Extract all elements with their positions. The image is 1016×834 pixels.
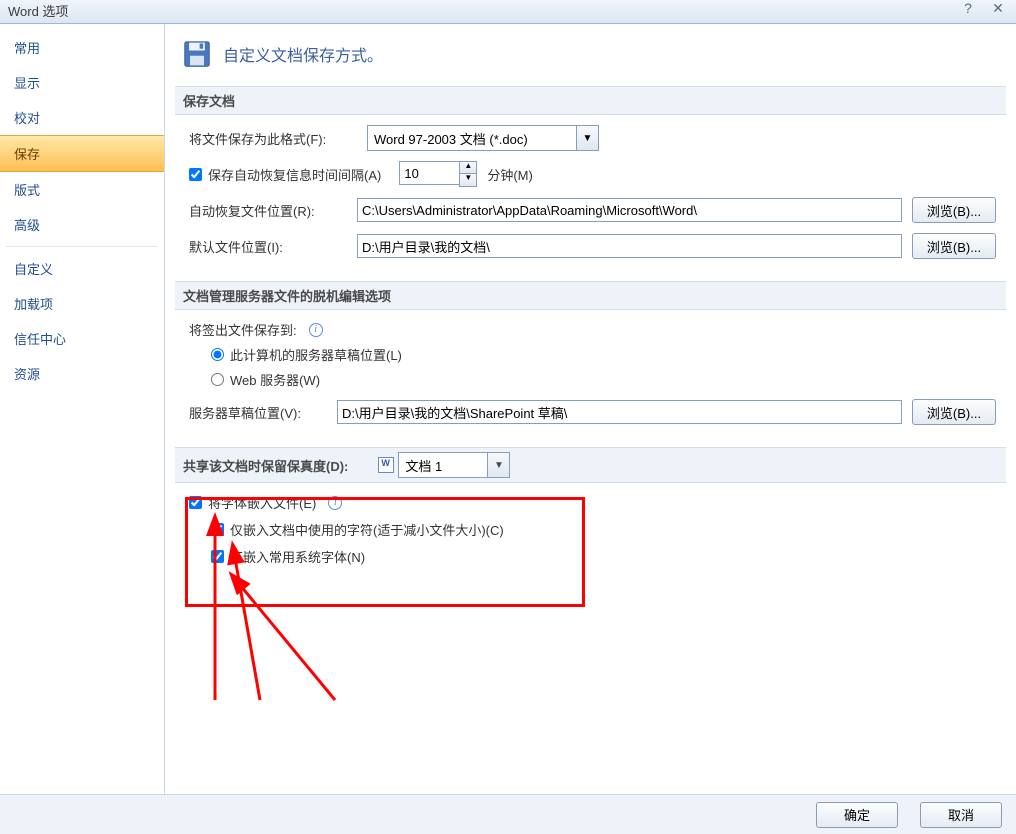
fidelity-label: 共享该文档时保留保真度(D): — [183, 456, 348, 475]
main-panel: 自定义文档保存方式。 保存文档 将文件保存为此格式(F): ▼ 保存自动恢复信息… — [165, 24, 1016, 794]
sidebar-item-customize[interactable]: 自定义 — [0, 251, 164, 286]
sidebar-item-layout[interactable]: 版式 — [0, 172, 164, 207]
embed-fonts-checkbox[interactable] — [189, 496, 202, 509]
radio-web-label: Web 服务器(W) — [230, 370, 320, 389]
fidelity-doc-value — [398, 452, 488, 478]
embed-used-checkbox[interactable] — [211, 523, 224, 536]
window-title: Word 选项 — [8, 4, 68, 19]
sidebar-divider — [6, 246, 158, 247]
sidebar-item-save[interactable]: 保存 — [0, 135, 164, 172]
cancel-button[interactable]: 取消 — [920, 802, 1002, 828]
dropdown-arrow-icon[interactable]: ▼ — [488, 452, 510, 478]
autorecover-label: 保存自动恢复信息时间间隔(A) — [208, 165, 381, 184]
close-button[interactable]: ✕ — [984, 0, 1012, 18]
sidebar-item-addins[interactable]: 加载项 — [0, 286, 164, 321]
sidebar-item-display[interactable]: 显示 — [0, 65, 164, 100]
embed-noskip-checkbox[interactable] — [211, 550, 224, 563]
format-dropdown[interactable]: ▼ — [367, 125, 599, 151]
autorecover-minutes-input[interactable] — [399, 161, 459, 185]
radio-web-server[interactable] — [211, 373, 224, 386]
sidebar-item-common[interactable]: 常用 — [0, 30, 164, 65]
browse-button-autorecover[interactable]: 浏览(B)... — [912, 197, 996, 223]
document-icon — [378, 457, 394, 473]
section-head-save: 保存文档 — [175, 86, 1006, 115]
sidebar-item-proofing[interactable]: 校对 — [0, 100, 164, 135]
sidebar-item-trust[interactable]: 信任中心 — [0, 321, 164, 356]
section-head-offline: 文档管理服务器文件的脱机编辑选项 — [175, 281, 1006, 310]
format-label: 将文件保存为此格式(F): — [189, 129, 359, 148]
format-value — [367, 125, 577, 151]
ok-button[interactable]: 确定 — [816, 802, 898, 828]
help-button[interactable]: ? — [954, 0, 982, 18]
bottom-bar: 确定 取消 — [0, 794, 1016, 834]
default-loc-label: 默认文件位置(I): — [189, 237, 349, 256]
autorecover-loc-input[interactable] — [357, 198, 902, 222]
info-icon[interactable]: i — [309, 323, 323, 337]
checkout-label: 将签出文件保存到: — [189, 320, 297, 339]
sidebar-item-advanced[interactable]: 高级 — [0, 207, 164, 242]
dropdown-arrow-icon[interactable]: ▼ — [577, 125, 599, 151]
embed-fonts-label: 将字体嵌入文件(E) — [208, 493, 316, 512]
draft-loc-input[interactable] — [337, 400, 902, 424]
autorecover-loc-label: 自动恢复文件位置(R): — [189, 201, 349, 220]
sidebar-item-resources[interactable]: 资源 — [0, 356, 164, 391]
fidelity-doc-dropdown[interactable]: ▼ — [398, 452, 510, 478]
sidebar: 常用 显示 校对 保存 版式 高级 自定义 加载项 信任中心 资源 — [0, 24, 165, 794]
page-title: 自定义文档保存方式。 — [223, 42, 383, 66]
browse-button-drafts[interactable]: 浏览(B)... — [912, 399, 996, 425]
autorecover-unit: 分钟(M) — [487, 165, 533, 184]
default-loc-input[interactable] — [357, 234, 902, 258]
save-disk-icon — [181, 38, 213, 70]
embed-used-label: 仅嵌入文档中使用的字符(适于减小文件大小)(C) — [230, 520, 504, 539]
spinner-down-icon[interactable]: ▼ — [460, 174, 476, 186]
autorecover-checkbox[interactable] — [189, 168, 202, 181]
embed-noskip-label: 不嵌入常用系统字体(N) — [230, 547, 365, 566]
info-icon[interactable]: i — [328, 496, 342, 510]
browse-button-default[interactable]: 浏览(B)... — [912, 233, 996, 259]
radio-local-drafts[interactable] — [211, 348, 224, 361]
draft-loc-label: 服务器草稿位置(V): — [189, 403, 329, 422]
radio-local-label: 此计算机的服务器草稿位置(L) — [230, 345, 402, 364]
section-head-fidelity: 共享该文档时保留保真度(D): ▼ — [175, 447, 1006, 483]
autorecover-minutes-spinner[interactable]: ▲▼ — [399, 161, 477, 187]
title-bar: Word 选项 ? ✕ — [0, 0, 1016, 24]
